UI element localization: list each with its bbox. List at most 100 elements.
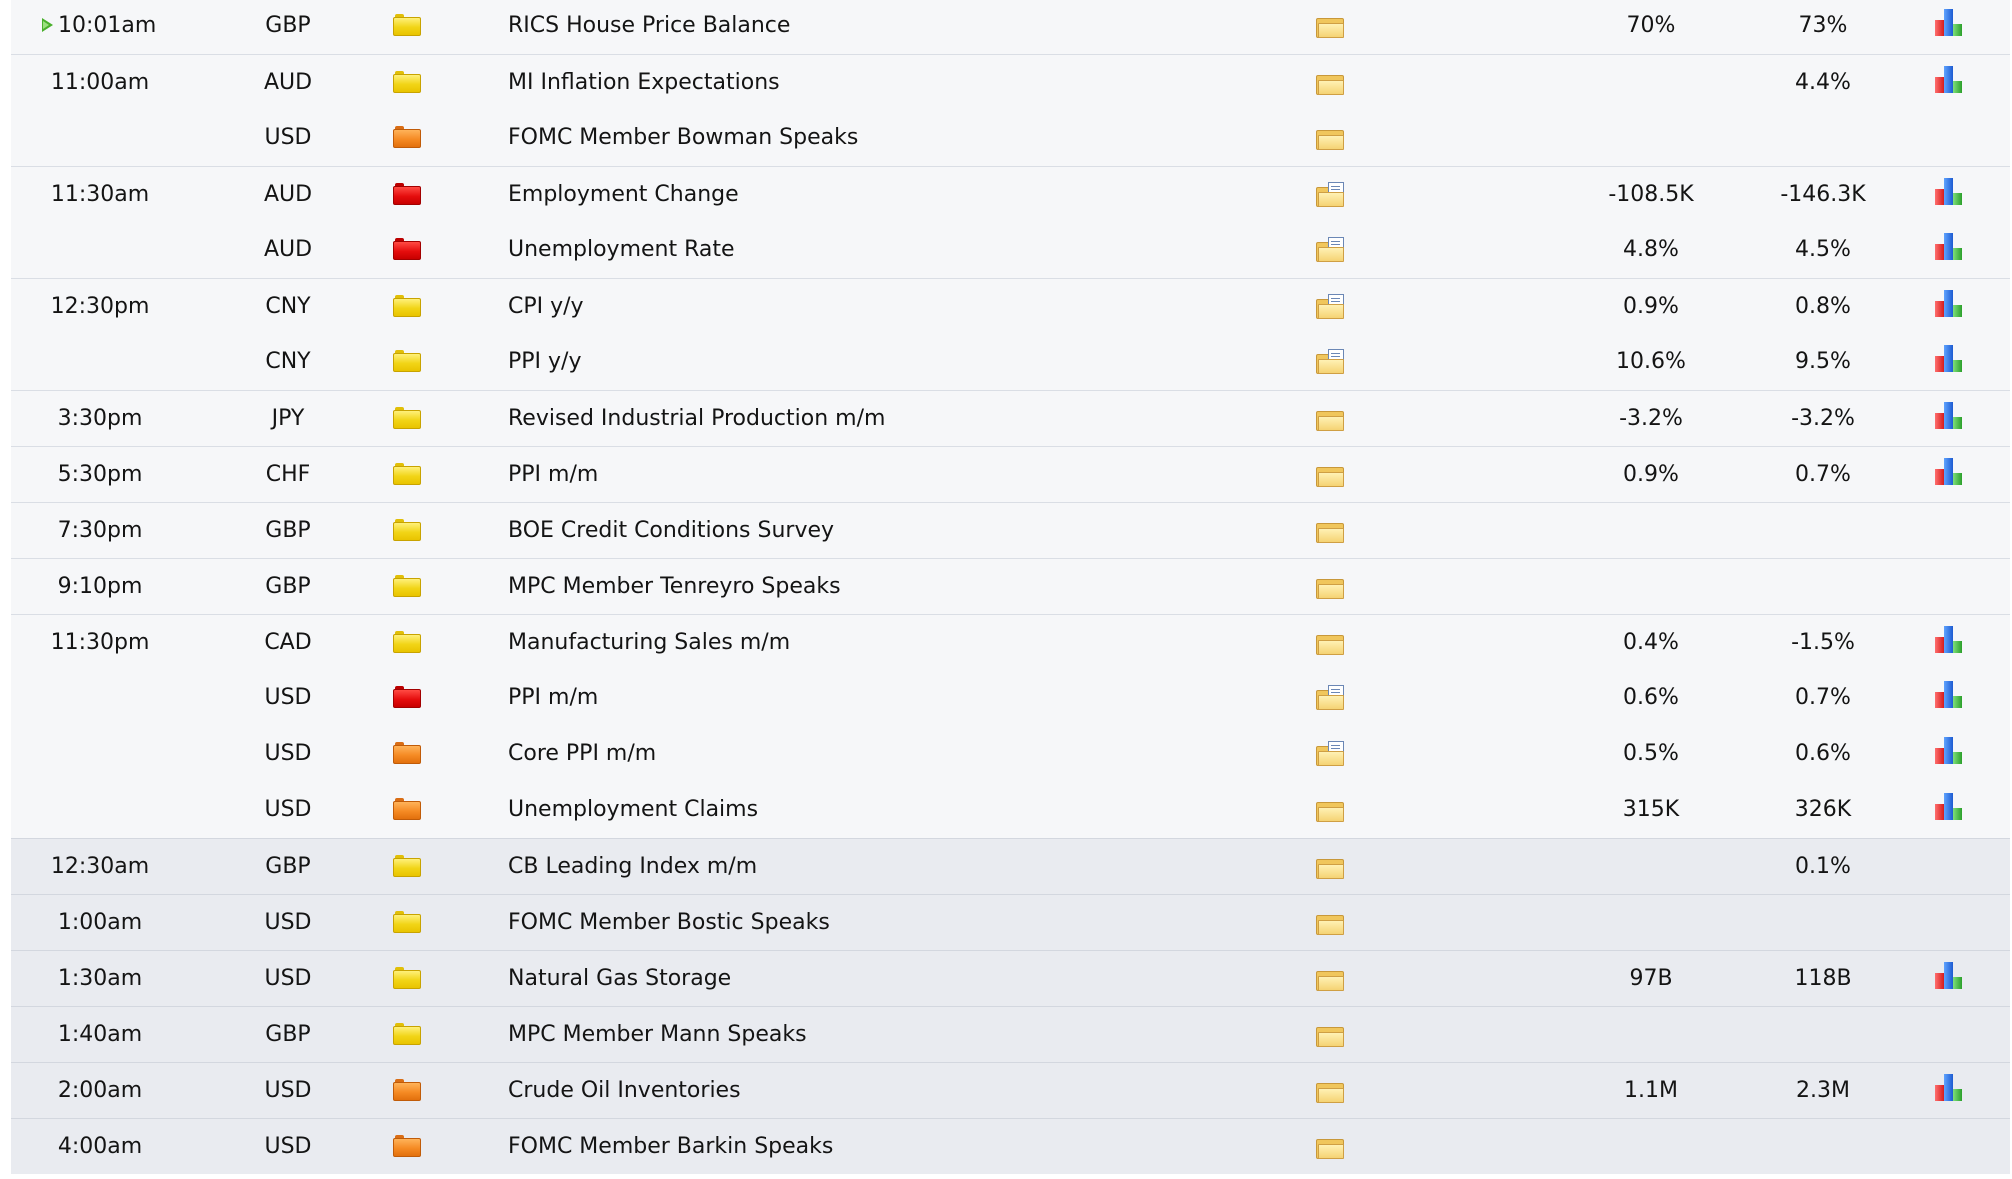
calendar-row[interactable]: 4:00am USD FOMC Member Barkin Speaks <box>11 1118 2010 1174</box>
calendar-row[interactable]: 12:30pm CNY CPI y/y 0.9% 0.8% <box>11 278 2010 334</box>
impact-cell[interactable] <box>393 391 423 447</box>
bar-chart-icon[interactable] <box>1933 961 1965 989</box>
event-title[interactable]: Unemployment Claims <box>508 782 1268 838</box>
event-title[interactable]: MPC Member Tenreyro Speaks <box>508 559 1268 615</box>
impact-cell[interactable] <box>393 222 423 278</box>
event-title[interactable]: Manufacturing Sales m/m <box>508 615 1268 671</box>
event-title[interactable]: FOMC Member Bostic Speaks <box>508 895 1268 951</box>
impact-low-icon[interactable] <box>393 407 421 429</box>
folder-icon[interactable] <box>1316 799 1344 822</box>
graph-cell[interactable] <box>1933 447 1973 503</box>
folder-document-icon[interactable] <box>1316 237 1344 262</box>
folder-icon[interactable] <box>1316 464 1344 487</box>
graph-cell[interactable] <box>1933 615 1973 671</box>
calendar-row[interactable]: 7:30pm GBP BOE Credit Conditions Survey <box>11 502 2010 558</box>
calendar-row[interactable]: 1:30am USD Natural Gas Storage 97B 118B <box>11 950 2010 1006</box>
calendar-row[interactable]: USD Unemployment Claims 315K 326K <box>11 782 2010 838</box>
detail-cell[interactable] <box>1306 279 1346 335</box>
detail-cell[interactable] <box>1306 670 1346 726</box>
detail-cell[interactable] <box>1306 951 1346 1007</box>
calendar-row[interactable]: CNY PPI y/y 10.6% 9.5% <box>11 334 2010 390</box>
impact-cell[interactable] <box>393 279 423 335</box>
folder-document-icon[interactable] <box>1316 349 1344 374</box>
bar-chart-icon[interactable] <box>1933 344 1965 372</box>
bar-chart-icon[interactable] <box>1933 8 1965 36</box>
detail-cell[interactable] <box>1306 1007 1346 1063</box>
impact-cell[interactable] <box>393 110 423 166</box>
impact-high-icon[interactable] <box>393 238 421 260</box>
event-title[interactable]: MPC Member Mann Speaks <box>508 1007 1268 1063</box>
folder-document-icon[interactable] <box>1316 294 1344 319</box>
event-title[interactable]: Revised Industrial Production m/m <box>508 391 1268 447</box>
calendar-row[interactable]: 12:30am GBP CB Leading Index m/m 0.1% <box>11 838 2010 894</box>
calendar-row[interactable]: 2:00am USD Crude Oil Inventories 1.1M 2.3M <box>11 1062 2010 1118</box>
detail-cell[interactable] <box>1306 782 1346 838</box>
detail-cell[interactable] <box>1306 726 1346 782</box>
event-title[interactable]: FOMC Member Barkin Speaks <box>508 1119 1268 1175</box>
detail-cell[interactable] <box>1306 110 1346 166</box>
impact-low-icon[interactable] <box>393 967 421 989</box>
event-title[interactable]: Employment Change <box>508 167 1268 223</box>
bar-chart-icon[interactable] <box>1933 457 1965 485</box>
bar-chart-icon[interactable] <box>1933 792 1965 820</box>
graph-cell[interactable] <box>1933 334 1973 390</box>
impact-low-icon[interactable] <box>393 295 421 317</box>
calendar-row[interactable]: USD Core PPI m/m 0.5% 0.6% <box>11 726 2010 782</box>
bar-chart-icon[interactable] <box>1933 177 1965 205</box>
folder-icon[interactable] <box>1316 15 1344 38</box>
bar-chart-icon[interactable] <box>1933 1073 1965 1101</box>
folder-icon[interactable] <box>1316 408 1344 431</box>
impact-cell[interactable] <box>393 167 423 223</box>
folder-icon[interactable] <box>1316 1080 1344 1103</box>
detail-cell[interactable] <box>1306 167 1346 223</box>
calendar-row[interactable]: 11:00am AUD MI Inflation Expectations 4.4% <box>11 54 2010 110</box>
event-title[interactable]: CB Leading Index m/m <box>508 839 1268 895</box>
calendar-row[interactable]: 9:10pm GBP MPC Member Tenreyro Speaks <box>11 558 2010 614</box>
bar-chart-icon[interactable] <box>1933 65 1965 93</box>
calendar-row[interactable]: 3:30pm JPY Revised Industrial Production m… <box>11 390 2010 446</box>
graph-cell[interactable] <box>1933 1063 1973 1119</box>
calendar-row[interactable]: 11:30am AUD Employment Change -108.5K -146.3… <box>11 166 2010 222</box>
folder-icon[interactable] <box>1316 576 1344 599</box>
impact-cell[interactable] <box>393 559 423 615</box>
detail-cell[interactable] <box>1306 447 1346 503</box>
impact-cell[interactable] <box>393 334 423 390</box>
calendar-row[interactable]: 1:00am USD FOMC Member Bostic Speaks <box>11 894 2010 950</box>
folder-document-icon[interactable] <box>1316 741 1344 766</box>
event-title[interactable]: PPI m/m <box>508 447 1268 503</box>
impact-cell[interactable] <box>393 670 423 726</box>
folder-icon[interactable] <box>1316 856 1344 879</box>
folder-icon[interactable] <box>1316 127 1344 150</box>
impact-cell[interactable] <box>393 895 423 951</box>
impact-cell[interactable] <box>393 839 423 895</box>
impact-low-icon[interactable] <box>393 71 421 93</box>
impact-high-icon[interactable] <box>393 686 421 708</box>
impact-cell[interactable] <box>393 726 423 782</box>
graph-cell[interactable] <box>1933 222 1973 278</box>
calendar-row[interactable]: 1:40am GBP MPC Member Mann Speaks <box>11 1006 2010 1062</box>
graph-cell[interactable] <box>1933 782 1973 838</box>
folder-icon[interactable] <box>1316 632 1344 655</box>
detail-cell[interactable] <box>1306 503 1346 559</box>
graph-cell[interactable] <box>1933 391 1973 447</box>
graph-cell[interactable] <box>1933 167 1973 223</box>
impact-low-icon[interactable] <box>393 14 421 36</box>
impact-low-icon[interactable] <box>393 911 421 933</box>
impact-low-icon[interactable] <box>393 519 421 541</box>
event-title[interactable]: Crude Oil Inventories <box>508 1063 1268 1119</box>
impact-medium-icon[interactable] <box>393 126 421 148</box>
impact-cell[interactable] <box>393 782 423 838</box>
impact-cell[interactable] <box>393 615 423 671</box>
calendar-row[interactable]: 5:30pm CHF PPI m/m 0.9% 0.7% <box>11 446 2010 502</box>
event-title[interactable]: MI Inflation Expectations <box>508 55 1268 111</box>
calendar-row[interactable]: USD FOMC Member Bowman Speaks <box>11 110 2010 166</box>
calendar-row[interactable]: USD PPI m/m 0.6% 0.7% <box>11 670 2010 726</box>
impact-medium-icon[interactable] <box>393 1135 421 1157</box>
detail-cell[interactable] <box>1306 55 1346 111</box>
bar-chart-icon[interactable] <box>1933 680 1965 708</box>
bar-chart-icon[interactable] <box>1933 625 1965 653</box>
event-title[interactable]: Unemployment Rate <box>508 222 1268 278</box>
graph-cell[interactable] <box>1933 951 1973 1007</box>
impact-cell[interactable] <box>393 1119 423 1175</box>
event-title[interactable]: PPI m/m <box>508 670 1268 726</box>
